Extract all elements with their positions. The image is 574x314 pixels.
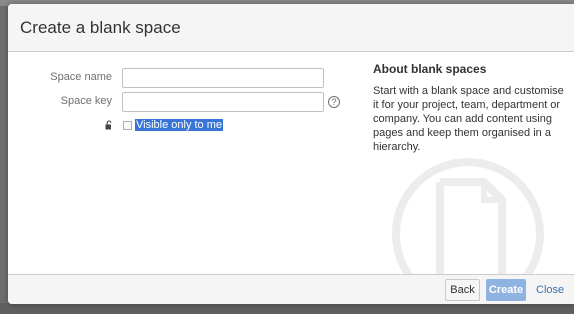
create-space-dialog: Create a blank space Space name Space ke… (8, 4, 574, 304)
blank-page-icon (392, 158, 544, 274)
help-icon[interactable]: ? (328, 96, 340, 108)
dialog-header: Create a blank space (8, 4, 574, 52)
about-text: Start with a blank space and customise i… (373, 85, 564, 153)
visible-only-label[interactable]: Visible only to me (135, 119, 224, 131)
space-name-input[interactable] (122, 68, 324, 88)
close-link[interactable]: Close (536, 284, 564, 296)
lock-icon (105, 120, 112, 130)
visible-only-checkbox[interactable] (123, 121, 132, 130)
about-panel: About blank spaces Start with a blank sp… (373, 62, 573, 154)
dialog-footer: Back Create Close (8, 274, 574, 304)
space-key-input[interactable] (122, 92, 324, 112)
space-form: Space name Space key ? Visible only to m… (8, 53, 358, 273)
space-key-label: Space key (60, 95, 112, 107)
create-button[interactable]: Create (486, 279, 526, 301)
dialog-title: Create a blank space (20, 17, 181, 37)
back-button[interactable]: Back (445, 279, 480, 301)
background-page-bottom (0, 303, 574, 314)
about-title: About blank spaces (373, 62, 487, 76)
space-name-label: Space name (50, 71, 112, 83)
